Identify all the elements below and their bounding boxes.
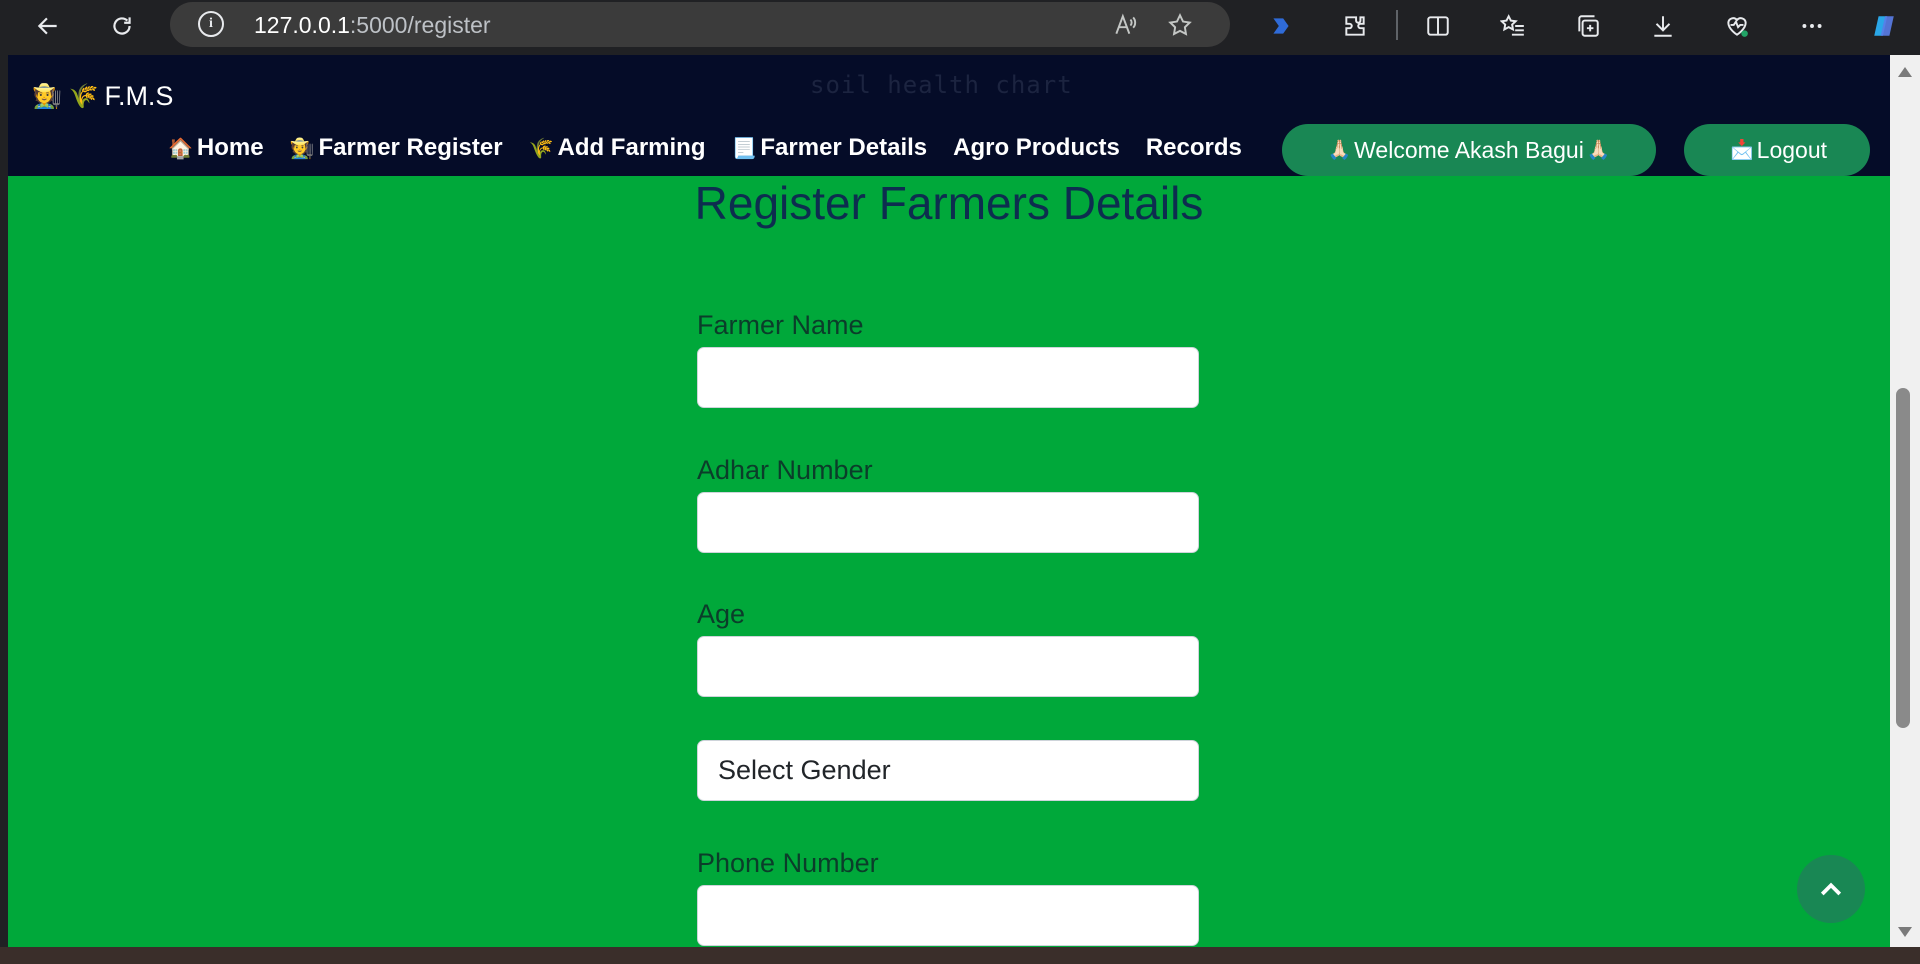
downloads-icon[interactable] xyxy=(1643,6,1683,46)
document-icon: 📃 xyxy=(731,138,757,160)
logout-button[interactable]: 📩 Logout xyxy=(1684,124,1870,176)
gender-select[interactable]: Select Gender xyxy=(697,740,1199,801)
split-screen-icon[interactable] xyxy=(1418,6,1458,46)
extensions-icon[interactable] xyxy=(1335,6,1375,46)
site-navbar: soil health chart 🧑‍🌾 🌾 F.M.S 🏠 Home 🧑‍🌾 F… xyxy=(8,55,1890,176)
scroll-down-arrow-icon[interactable] xyxy=(1898,927,1912,937)
age-label: Age xyxy=(697,599,746,629)
phone-number-label: Phone Number xyxy=(697,848,879,878)
url-path: :5000/register xyxy=(349,12,491,38)
copilot-icon[interactable] xyxy=(1864,6,1904,46)
house-icon: 🏠 xyxy=(168,138,193,160)
nav-farmer-register[interactable]: 🧑‍🌾 Farmer Register xyxy=(290,134,503,162)
nav-menu: 🏠 Home 🧑‍🌾 Farmer Register 🌾 Add Farming 📃 F… xyxy=(168,134,1242,162)
reload-icon[interactable] xyxy=(102,6,142,46)
nav-add-farming[interactable]: 🌾 Add Farming xyxy=(529,134,706,162)
page-title: Register Farmers Details xyxy=(694,177,1204,229)
address-bar[interactable]: i 127.0.0.1:5000/register xyxy=(170,2,1230,47)
page-scrollbar[interactable] xyxy=(1890,55,1920,947)
chevron-up-icon xyxy=(1820,882,1842,896)
welcome-text: Welcome Akash Bagui xyxy=(1354,136,1584,163)
phone-number-input[interactable] xyxy=(697,885,1199,946)
crop-icon: 🌾 xyxy=(528,138,554,160)
praying-hands-icon: 🙏🏻 xyxy=(1327,140,1352,161)
site-info-icon[interactable]: i xyxy=(198,11,224,37)
toolbar-divider xyxy=(1396,10,1398,40)
nav-records[interactable]: Records xyxy=(1146,134,1242,162)
logout-text: Logout xyxy=(1756,136,1828,163)
nav-farmer-details[interactable]: 📃 Farmer Details xyxy=(731,134,927,162)
browser-essentials-icon[interactable] xyxy=(1717,6,1757,46)
back-arrow-icon[interactable] xyxy=(28,6,68,46)
brand-logo[interactable]: 🧑‍🌾 🌾 F.M.S xyxy=(32,81,173,112)
browser-toolbar: i 127.0.0.1:5000/register xyxy=(0,0,1920,52)
read-aloud-icon[interactable] xyxy=(1108,8,1142,42)
praying-hands-icon: 🙏🏻 xyxy=(1586,140,1611,161)
power-automate-icon[interactable] xyxy=(1261,6,1301,46)
farmer-name-input[interactable] xyxy=(697,347,1199,408)
scrollbar-thumb[interactable] xyxy=(1896,388,1910,728)
nav-agro-products[interactable]: Agro Products xyxy=(953,134,1120,162)
more-options-icon[interactable] xyxy=(1792,6,1832,46)
inbox-icon: 📩 xyxy=(1729,140,1754,161)
farmer-name-label: Farmer Name xyxy=(697,310,864,340)
age-input[interactable] xyxy=(697,636,1199,697)
farmer-icon: 🧑‍🌾 🌾 xyxy=(32,83,99,110)
nav-home[interactable]: 🏠 Home xyxy=(168,134,264,162)
adhar-number-input[interactable] xyxy=(697,492,1199,553)
welcome-user-button[interactable]: 🙏🏻 Welcome Akash Bagui 🙏🏻 xyxy=(1282,124,1656,176)
farmer-icon: 🧑‍🌾 xyxy=(289,138,315,160)
favorite-star-icon[interactable] xyxy=(1163,8,1197,42)
scroll-up-arrow-icon[interactable] xyxy=(1898,67,1912,77)
url-host: 127.0.0.1 xyxy=(254,12,350,38)
favorites-list-icon[interactable] xyxy=(1493,6,1533,46)
collections-icon[interactable] xyxy=(1568,6,1608,46)
taskbar-edge xyxy=(0,947,1920,964)
adhar-number-label: Adhar Number xyxy=(697,455,873,485)
url-text[interactable]: 127.0.0.1:5000/register xyxy=(254,12,491,39)
back-to-top-button[interactable] xyxy=(1797,855,1865,923)
page-viewport: soil health chart 🧑‍🌾 🌾 F.M.S 🏠 Home 🧑‍🌾 F… xyxy=(8,55,1890,947)
watermark-text: soil health chart xyxy=(810,71,1073,99)
brand-text: F.M.S xyxy=(104,81,174,111)
